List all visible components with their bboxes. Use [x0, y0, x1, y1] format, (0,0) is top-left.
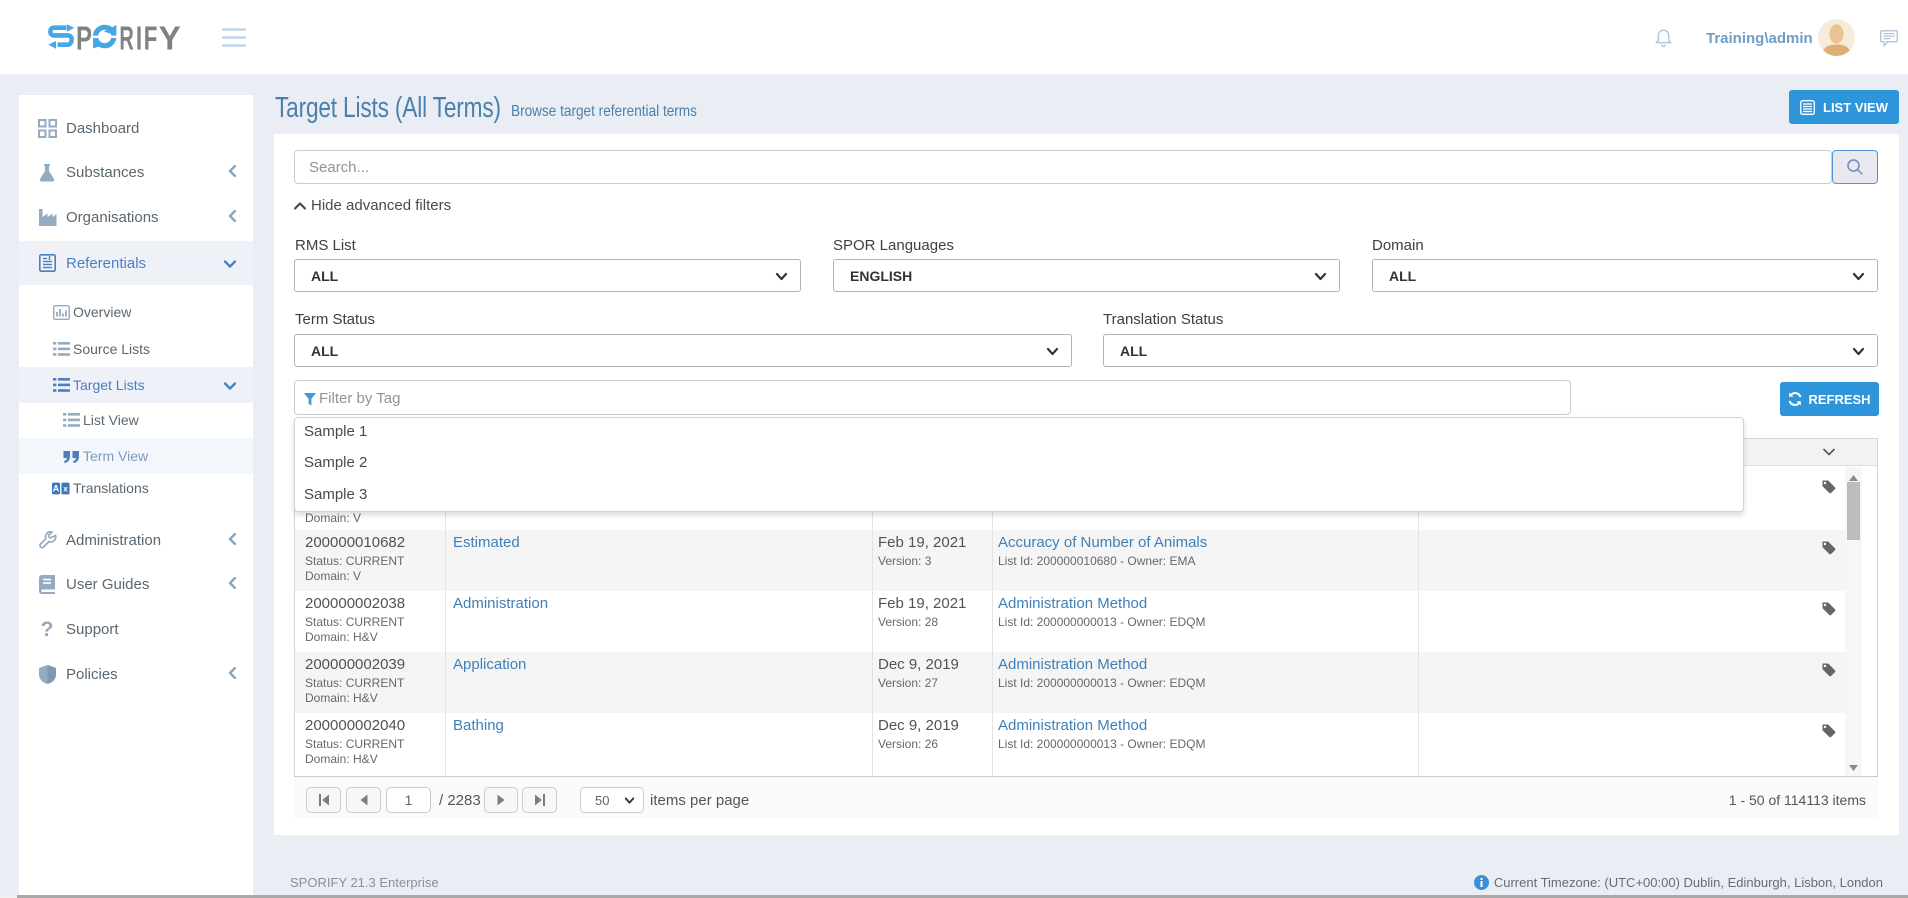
- svg-text:A: A: [53, 483, 60, 493]
- svg-text:F: F: [144, 21, 158, 53]
- svg-text:Y: Y: [159, 21, 181, 53]
- svg-text:I: I: [136, 21, 142, 53]
- svg-text:P: P: [76, 21, 92, 53]
- svg-text:R: R: [119, 21, 133, 53]
- svg-text:x: x: [63, 484, 68, 493]
